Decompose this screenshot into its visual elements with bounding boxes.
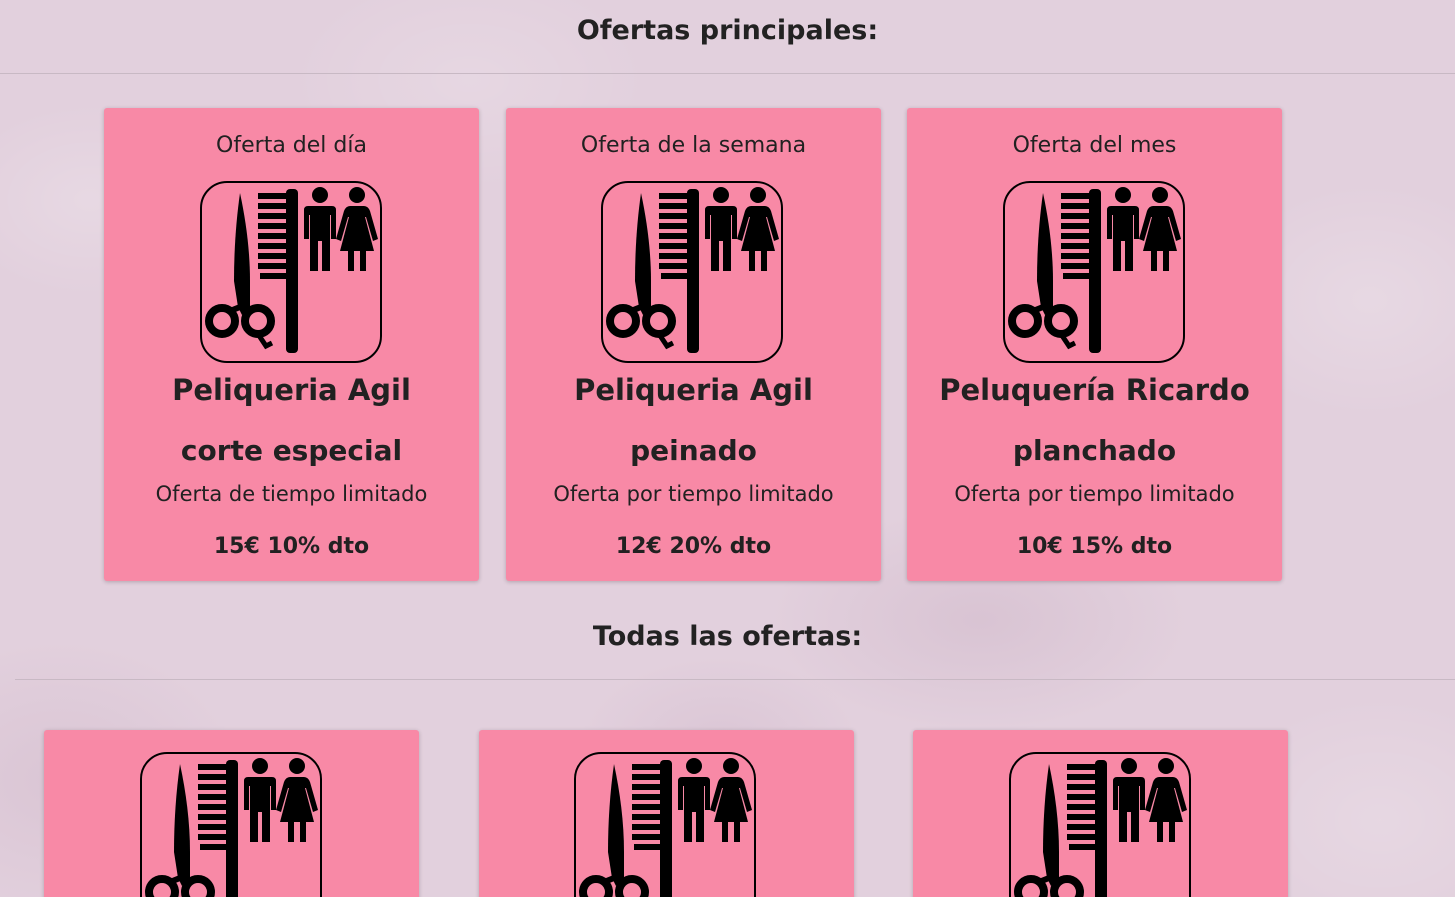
- offer-heading: Oferta de la semana: [580, 133, 807, 158]
- offer-price: 15€ 10% dto: [213, 534, 370, 559]
- offer-price: 12€ 20% dto: [615, 534, 772, 559]
- section-title-all-offers: Todas las ofertas:: [592, 621, 863, 652]
- salon-name: Peluquería Ricardo: [939, 373, 1250, 407]
- service-name: planchado: [1012, 434, 1177, 467]
- salon-name: Peliqueria Agil: [172, 373, 411, 407]
- section-divider: [15, 679, 1455, 680]
- section-title-main-offers: Ofertas principales:: [576, 15, 879, 46]
- offer-price: 10€ 15% dto: [1016, 534, 1173, 559]
- hair-salon-icon: [601, 181, 783, 363]
- hair-salon-icon: [140, 752, 322, 897]
- hair-salon-icon: [1003, 181, 1185, 363]
- hair-salon-icon: [1009, 752, 1191, 897]
- offer-card[interactable]: [44, 730, 419, 897]
- offer-card-day[interactable]: Oferta del día Peliqueria Agil corte esp…: [104, 108, 479, 581]
- offer-subtitle: Oferta por tiempo limitado: [954, 482, 1235, 506]
- service-name: corte especial: [180, 434, 403, 467]
- offer-heading: Oferta del mes: [1012, 133, 1177, 158]
- offer-subtitle: Oferta de tiempo limitado: [155, 482, 428, 506]
- offer-card[interactable]: [479, 730, 854, 897]
- service-name: peinado: [630, 434, 757, 467]
- offer-heading: Oferta del día: [216, 133, 367, 158]
- salon-name: Peliqueria Agil: [574, 373, 813, 407]
- offer-card-week[interactable]: Oferta de la semana Peliqueria Agil pein…: [506, 108, 881, 581]
- hair-salon-icon: [200, 181, 382, 363]
- offer-subtitle: Oferta por tiempo limitado: [553, 482, 834, 506]
- hair-salon-icon: [574, 752, 756, 897]
- offer-card-month[interactable]: Oferta del mes Peluquería Ricardo planch…: [907, 108, 1282, 581]
- offer-card[interactable]: [913, 730, 1288, 897]
- section-divider: [0, 73, 1455, 74]
